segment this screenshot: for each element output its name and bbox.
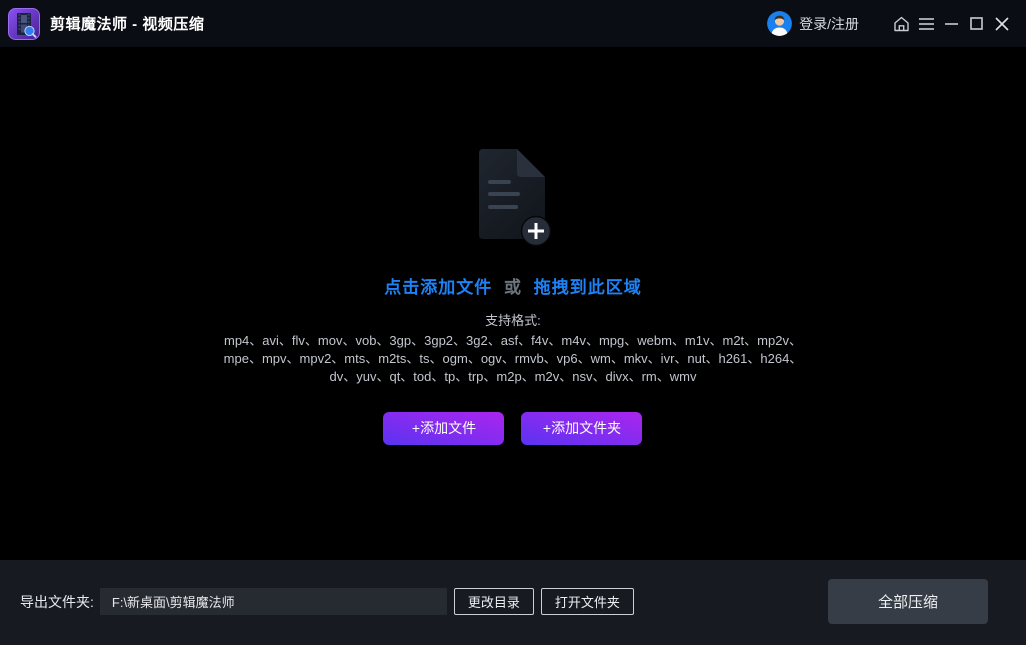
add-folder-button[interactable]: +添加文件夹 (521, 412, 642, 445)
login-register-label: 登录/注册 (799, 14, 859, 34)
maximize-icon (970, 17, 983, 30)
click-to-add-link[interactable]: 点击添加文件 (384, 278, 492, 297)
drag-here-text: 拖拽到此区域 (534, 278, 642, 297)
file-drop-zone[interactable]: 点击添加文件 或 拖拽到此区域 支持格式: mp4、avi、flv、mov、vo… (0, 47, 1026, 560)
formats-line: mp4、avi、flv、mov、vob、3gp、3gp2、3g2、asf、f4v… (224, 332, 803, 350)
titlebar: 剪辑魔法师 - 视频压缩 登录/注册 (0, 0, 1026, 47)
export-path-input[interactable] (100, 588, 447, 615)
or-text: 或 (504, 278, 522, 297)
formats-label: 支持格式: (224, 312, 803, 330)
compress-all-button[interactable]: 全部压缩 (828, 579, 988, 624)
open-folder-button[interactable]: 打开文件夹 (541, 588, 634, 615)
close-button[interactable] (989, 9, 1014, 39)
export-folder-label: 导出文件夹: (20, 592, 94, 612)
supported-formats: 支持格式: mp4、avi、flv、mov、vob、3gp、3gp2、3g2、a… (224, 312, 803, 386)
drop-zone-title: 点击添加文件 或 拖拽到此区域 (384, 273, 641, 298)
hamburger-menu-icon (919, 18, 934, 30)
app-logo-icon (8, 8, 40, 40)
footer-bar: 导出文件夹: 更改目录 打开文件夹 全部压缩 (0, 560, 1026, 645)
app-title: 剪辑魔法师 - 视频压缩 (50, 13, 204, 34)
user-avatar (767, 11, 792, 36)
minimize-button[interactable] (939, 9, 964, 39)
home-icon (893, 16, 910, 32)
formats-line: mpe、mpv、mpv2、mts、m2ts、ts、ogm、ogv、rmvb、vp… (224, 350, 803, 368)
login-register-button[interactable]: 登录/注册 (767, 11, 859, 36)
close-icon (995, 17, 1009, 31)
maximize-button[interactable] (964, 9, 989, 39)
minimize-icon (945, 17, 958, 30)
formats-line: dv、yuv、qt、tod、tp、trp、m2p、m2v、nsv、divx、rm… (224, 368, 803, 386)
menu-button[interactable] (914, 9, 939, 39)
home-button[interactable] (889, 9, 914, 39)
change-directory-button[interactable]: 更改目录 (454, 588, 534, 615)
add-file-button[interactable]: +添加文件 (383, 412, 504, 445)
add-file-document-icon (473, 147, 553, 247)
add-buttons-row: +添加文件 +添加文件夹 (383, 412, 642, 445)
